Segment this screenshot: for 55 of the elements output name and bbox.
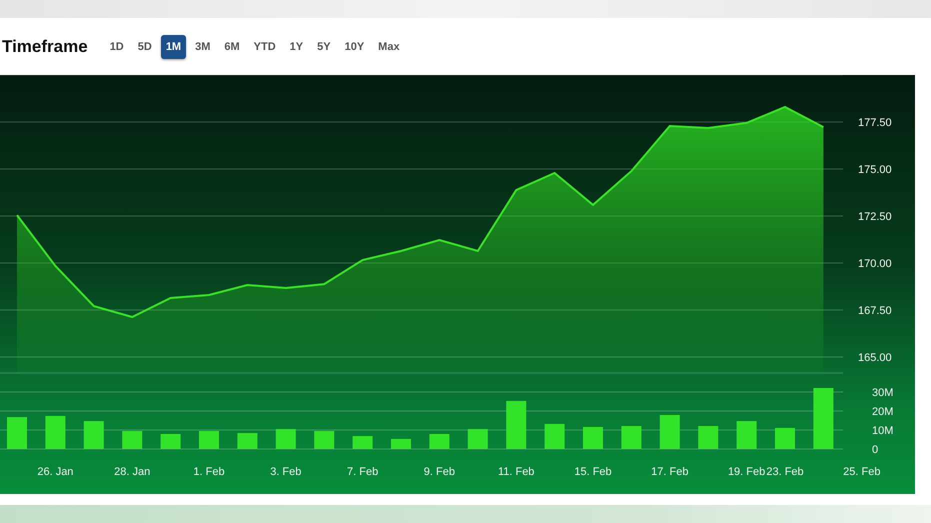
date-label: 19. Feb (728, 466, 766, 478)
date-label: 9. Feb (424, 466, 455, 478)
volume-bar (583, 426, 603, 449)
timeframe-tab[interactable]: 3M (190, 34, 216, 58)
timeframe-tab[interactable]: YTD (248, 34, 281, 58)
volume-bar (122, 430, 142, 449)
volume-bar (237, 433, 258, 449)
volume-bar (276, 429, 296, 449)
timeframe-tab[interactable]: 1D (104, 34, 129, 58)
axis-label: 20M (872, 406, 894, 418)
axis-label: 170.00 (858, 258, 892, 270)
timeframe-title: Timeframe (2, 36, 88, 56)
volume-bar (544, 424, 565, 449)
timeframe-tab[interactable]: 6M (219, 34, 245, 58)
date-label: 3. Feb (270, 466, 302, 478)
volume-bar (813, 388, 834, 449)
volume-bar (391, 438, 411, 449)
date-label: 1. Feb (193, 466, 225, 478)
volume-bar (468, 429, 488, 449)
axis-label: 165.00 (858, 352, 892, 364)
volume-bar (736, 421, 757, 449)
date-label: 28. Jan (114, 466, 150, 478)
timeframe-tab[interactable]: 5D (132, 34, 157, 58)
volume-bar (199, 430, 219, 449)
date-label: 26. Jan (37, 466, 74, 478)
volume-bar (7, 417, 27, 449)
timeframe-tab[interactable]: Max (373, 34, 405, 58)
volume-bar (314, 430, 334, 449)
volume-bar (621, 426, 642, 449)
axis-label: 172.50 (858, 211, 892, 223)
axis-label: 175.00 (858, 164, 892, 176)
axis-label: 167.50 (858, 305, 892, 318)
date-label: 23. Feb (766, 466, 804, 478)
volume-bar (84, 421, 104, 449)
volume-bar (352, 436, 373, 449)
axis-label: 0 (872, 444, 878, 456)
timeframe-tab[interactable]: 10Y (340, 34, 370, 58)
date-label: 15. Feb (574, 466, 612, 478)
volume-bar (45, 416, 66, 449)
date-label: 7. Feb (347, 466, 378, 478)
date-label: 11. Feb (498, 466, 534, 478)
timeframe-tab[interactable]: 5Y (312, 34, 336, 58)
axis-label: 30M (872, 387, 894, 399)
volume-bar (429, 434, 450, 449)
date-label: 25. Feb (843, 466, 880, 478)
volume-bar (160, 434, 181, 449)
volume-bar (660, 415, 680, 449)
axis-label: 177.50 (858, 117, 892, 129)
volume-bar (698, 426, 718, 449)
volume-bar (775, 428, 795, 449)
timeframe-tab[interactable]: 1Y (284, 34, 308, 58)
volume-bar (506, 400, 526, 449)
timeframe-tab[interactable]: 1M (160, 34, 186, 58)
axis-label: 10M (872, 425, 894, 437)
date-label: 17. Feb (651, 466, 688, 478)
